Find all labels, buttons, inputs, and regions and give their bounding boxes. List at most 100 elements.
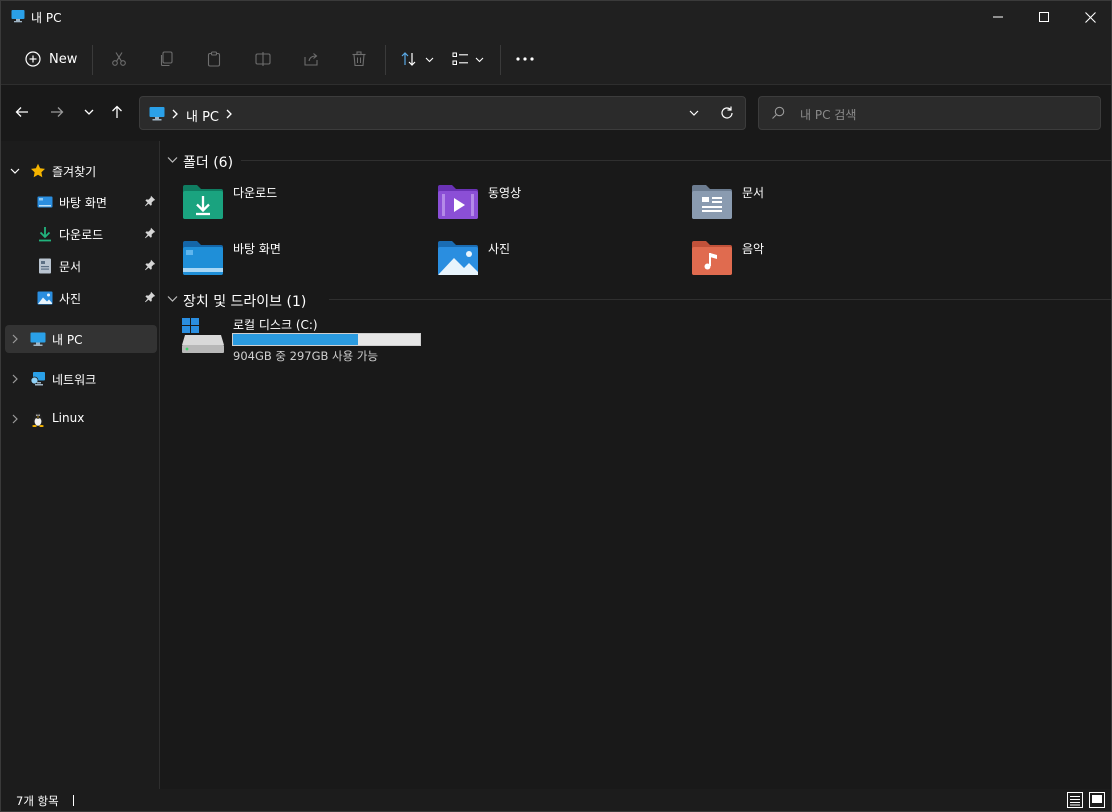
- large-icons-view-button[interactable]: [1089, 792, 1105, 808]
- pictures-folder-icon: [438, 241, 478, 275]
- sidebar-item-this-pc[interactable]: 내 PC: [5, 325, 157, 353]
- rename-button[interactable]: [249, 45, 277, 73]
- pin-icon[interactable]: [144, 227, 156, 239]
- view-button[interactable]: [447, 45, 489, 73]
- new-button-label: New: [49, 51, 78, 67]
- share-button[interactable]: [297, 45, 325, 73]
- status-bar: 7개 항목: [1, 789, 1111, 811]
- folder-tile-desktop[interactable]: 바탕 화면: [181, 237, 421, 285]
- sort-button[interactable]: [397, 45, 437, 73]
- sidebar-item-downloads[interactable]: 다운로드: [5, 220, 157, 248]
- maximize-button[interactable]: [1021, 1, 1067, 33]
- sidebar-item-label: 바탕 화면: [59, 196, 107, 210]
- folder-tile-documents[interactable]: 문서: [690, 181, 930, 229]
- drive-free-space: 904GB 중 297GB 사용 가능: [233, 349, 379, 363]
- drive-usage-fill: [233, 334, 359, 345]
- sidebar-item-network[interactable]: 네트워크: [5, 365, 157, 393]
- arrow-up-icon: [112, 105, 122, 118]
- download-icon: [39, 227, 51, 242]
- sidebar-item-linux[interactable]: Linux: [5, 405, 157, 433]
- folder-tile-videos[interactable]: 동영상: [436, 181, 676, 229]
- desktop-icon: [37, 196, 53, 208]
- chevron-right-icon[interactable]: [171, 108, 179, 120]
- maximize-icon: [1039, 12, 1049, 22]
- drive-label: 로컬 디스크 (C:): [233, 318, 318, 332]
- sidebar-item-label: 다운로드: [59, 228, 104, 242]
- documents-folder-icon: [692, 185, 732, 219]
- pin-icon[interactable]: [144, 195, 156, 207]
- folder-label: 음악: [742, 242, 765, 256]
- chevron-down-icon: [425, 57, 433, 62]
- close-icon: [1084, 11, 1096, 23]
- sidebar-item-label: 즐겨찾기: [52, 165, 97, 179]
- network-icon: [30, 372, 45, 386]
- search-placeholder: 내 PC 검색: [800, 108, 857, 122]
- title-bar[interactable]: 내 PC: [1, 1, 1111, 33]
- sidebar-item-label: Linux: [52, 411, 85, 425]
- new-button[interactable]: New: [19, 45, 83, 73]
- chevron-down-icon[interactable]: [10, 166, 20, 176]
- pin-icon[interactable]: [144, 291, 156, 303]
- downloads-folder-icon: [183, 185, 223, 219]
- breadcrumb[interactable]: 내 PC: [186, 106, 219, 125]
- share-icon: [304, 53, 318, 66]
- toolbar-divider: [500, 45, 501, 75]
- toolbar-divider: [92, 45, 93, 75]
- minimize-icon: [993, 16, 1003, 18]
- search-icon: [772, 106, 785, 119]
- search-input[interactable]: 내 PC 검색: [758, 96, 1101, 130]
- details-view-button[interactable]: [1067, 792, 1083, 808]
- arrow-right-icon: [51, 107, 64, 117]
- sidebar-item-documents[interactable]: 문서: [5, 252, 157, 280]
- details-view-icon: [1067, 792, 1083, 808]
- folder-label: 동영상: [488, 186, 522, 200]
- scissors-icon: [112, 52, 126, 66]
- star-icon: [31, 163, 45, 178]
- folder-tile-downloads[interactable]: 다운로드: [181, 181, 421, 229]
- sidebar-item-favorites[interactable]: 즐겨찾기: [5, 157, 157, 185]
- chevron-right-icon[interactable]: [10, 414, 20, 424]
- chevron-down-icon: [475, 57, 484, 62]
- view-list-icon: [452, 52, 468, 65]
- drive-usage-bar: [232, 333, 421, 346]
- folder-tile-pictures[interactable]: 사진: [436, 237, 676, 285]
- address-bar[interactable]: 내 PC: [139, 96, 746, 130]
- sidebar-item-pictures[interactable]: 사진: [5, 284, 157, 312]
- more-icon: [516, 57, 534, 61]
- up-button[interactable]: [106, 101, 128, 123]
- delete-button[interactable]: [345, 45, 373, 73]
- file-explorer-window: 내 PC New 내 PC 내 PC 검색 즐겨찾기 바탕 화면 다운로드 문서…: [0, 0, 1112, 812]
- paste-button[interactable]: [200, 45, 228, 73]
- clipboard-icon: [207, 51, 221, 67]
- recent-locations-button[interactable]: [78, 101, 100, 123]
- chevron-down-icon[interactable]: [688, 106, 700, 120]
- cut-button[interactable]: [105, 45, 133, 73]
- large-icons-view-icon: [1089, 792, 1105, 808]
- minimize-button[interactable]: [975, 1, 1021, 33]
- close-button[interactable]: [1067, 1, 1112, 33]
- copy-button[interactable]: [153, 45, 181, 73]
- add-circle-icon: [25, 51, 41, 67]
- music-folder-icon: [692, 241, 732, 275]
- chevron-right-icon[interactable]: [225, 108, 233, 120]
- refresh-icon[interactable]: [720, 105, 734, 121]
- drive-tile-c[interactable]: 로컬 디스크 (C:) 904GB 중 297GB 사용 가능: [181, 315, 441, 363]
- window-title: 내 PC: [31, 11, 62, 25]
- sidebar-item-desktop[interactable]: 바탕 화면: [5, 188, 157, 216]
- more-options-button[interactable]: [511, 45, 539, 73]
- chevron-right-icon[interactable]: [10, 374, 20, 384]
- chevron-right-icon[interactable]: [10, 334, 20, 344]
- command-bar: New: [1, 33, 1111, 85]
- trash-icon: [352, 51, 366, 67]
- folder-tile-music[interactable]: 음악: [690, 237, 930, 285]
- arrow-left-icon: [15, 107, 28, 117]
- chevron-down-icon[interactable]: [167, 154, 178, 165]
- sort-icon: [401, 52, 415, 66]
- computer-icon: [11, 10, 25, 23]
- chevron-down-icon[interactable]: [167, 293, 178, 304]
- back-button[interactable]: [11, 101, 33, 123]
- pin-icon[interactable]: [144, 259, 156, 271]
- sidebar-item-label: 사진: [59, 292, 82, 306]
- group-divider: [329, 299, 1111, 300]
- forward-button[interactable]: [46, 101, 68, 123]
